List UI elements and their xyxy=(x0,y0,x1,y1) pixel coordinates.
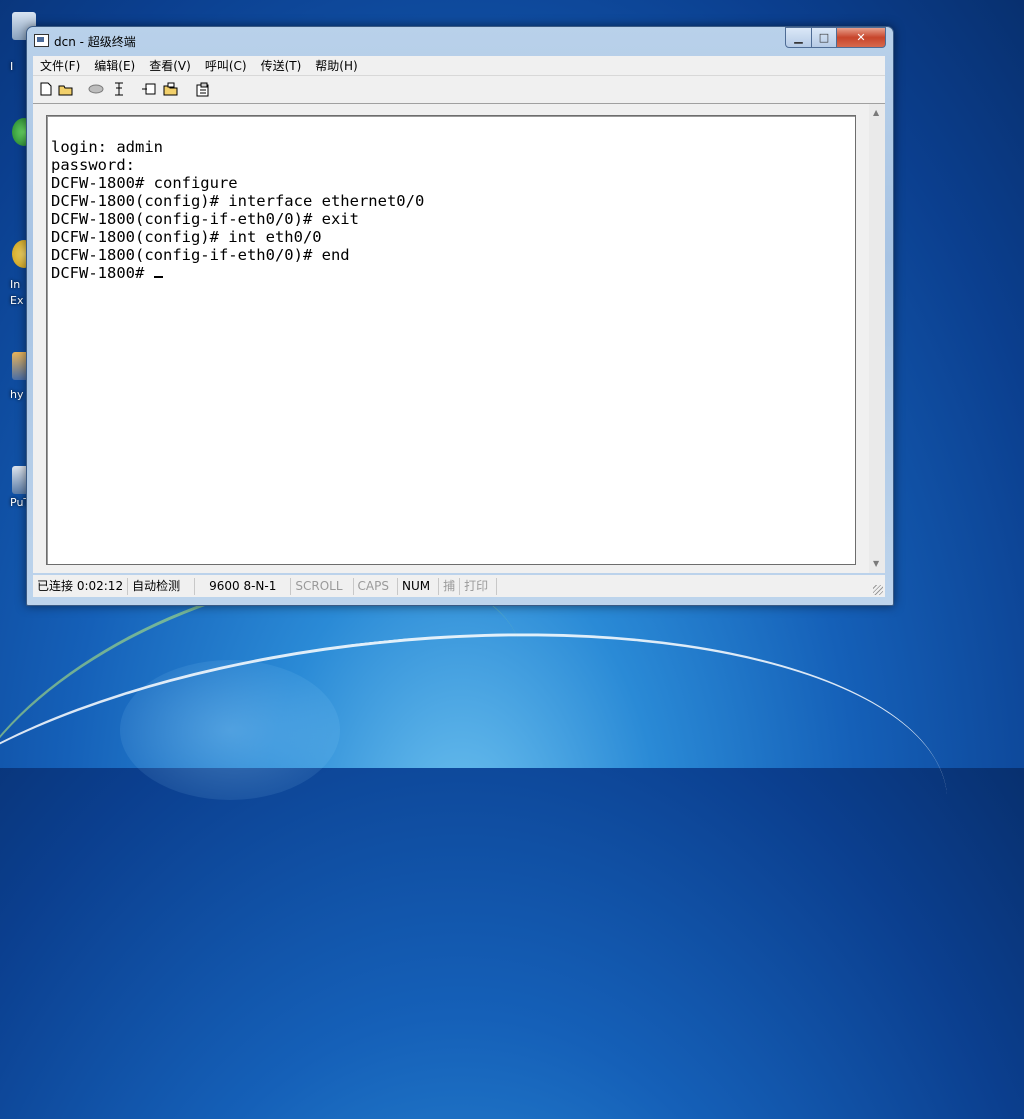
window-title: dcn - 超级终端 xyxy=(54,35,136,49)
status-port-params: 9600 8-N-1 xyxy=(195,577,292,595)
open-folder-icon[interactable] xyxy=(58,81,74,97)
menu-bar: 文件(F) 编辑(E) 查看(V) 呼叫(C) 传送(T) 帮助(H) xyxy=(33,56,885,76)
hyperterminal-window: dcn - 超级终端 ▁ □ ✕ 文件(F) 编辑(E) 查看(V) 呼叫(C)… xyxy=(26,26,894,606)
status-capture: 捕 xyxy=(439,577,461,595)
desktop-icon-label: In xyxy=(10,278,21,291)
terminal-screen[interactable]: login: admin password: DCFW-1800# configur… xyxy=(46,115,856,565)
app-icon[interactable] xyxy=(34,34,49,47)
desktop-icon-label: I xyxy=(10,60,14,73)
desktop-icon-label: hy xyxy=(10,388,24,401)
menu-help[interactable]: 帮助(H) xyxy=(308,57,364,74)
terminal-area: login: admin password: DCFW-1800# configur… xyxy=(33,104,885,573)
vertical-scrollbar[interactable]: ▲ ▼ xyxy=(869,104,885,573)
menu-view[interactable]: 查看(V) xyxy=(142,57,198,74)
status-caps: CAPS xyxy=(354,577,398,595)
terminal-prompt: DCFW-1800# xyxy=(51,264,154,282)
status-bar: 已连接 0:02:12 自动检测 9600 8-N-1 SCROLL CAPS … xyxy=(33,575,885,597)
title-bar[interactable]: dcn - 超级终端 ▁ □ ✕ xyxy=(27,27,893,55)
text-cursor xyxy=(153,276,163,278)
maximize-button[interactable]: □ xyxy=(811,27,837,48)
receive-icon[interactable] xyxy=(163,81,179,97)
status-detect: 自动检测 xyxy=(128,577,196,595)
close-button[interactable]: ✕ xyxy=(836,27,886,48)
scroll-down-arrow-icon[interactable]: ▼ xyxy=(873,559,879,568)
menu-transfer[interactable]: 传送(T) xyxy=(254,57,309,74)
status-print: 打印 xyxy=(460,577,498,595)
menu-file[interactable]: 文件(F) xyxy=(33,57,87,74)
new-document-icon[interactable] xyxy=(38,81,54,97)
resize-grip[interactable] xyxy=(873,585,883,595)
terminal-line: password: xyxy=(51,156,135,174)
menu-call[interactable]: 呼叫(C) xyxy=(198,57,254,74)
terminal-line: DCFW-1800# configure xyxy=(51,174,238,192)
properties-icon[interactable] xyxy=(195,81,211,97)
terminal-output: login: admin password: DCFW-1800# configur… xyxy=(51,138,424,282)
menu-edit[interactable]: 编辑(E) xyxy=(87,57,142,74)
status-connected-time: 已连接 0:02:12 xyxy=(33,577,129,595)
terminal-line: DCFW-1800(config-if-eth0/0)# end xyxy=(51,246,350,264)
terminal-line: DCFW-1800(config-if-eth0/0)# exit xyxy=(51,210,359,228)
phone-disconnect-icon[interactable] xyxy=(88,81,104,97)
terminal-line: DCFW-1800(config)# interface ethernet0/0 xyxy=(51,192,425,210)
terminal-line: DCFW-1800(config)# int eth0/0 xyxy=(51,228,322,246)
scroll-up-arrow-icon[interactable]: ▲ xyxy=(873,108,879,117)
toolbar xyxy=(33,76,885,104)
minimize-button[interactable]: ▁ xyxy=(785,27,812,48)
dial-icon[interactable] xyxy=(111,81,127,97)
terminal-prompt-line: DCFW-1800# xyxy=(51,264,424,282)
status-scroll: SCROLL xyxy=(291,577,354,595)
status-num: NUM xyxy=(398,577,440,595)
send-icon[interactable] xyxy=(141,81,157,97)
desktop-icon-label: Ex xyxy=(10,294,24,307)
terminal-line: login: admin xyxy=(51,138,163,156)
